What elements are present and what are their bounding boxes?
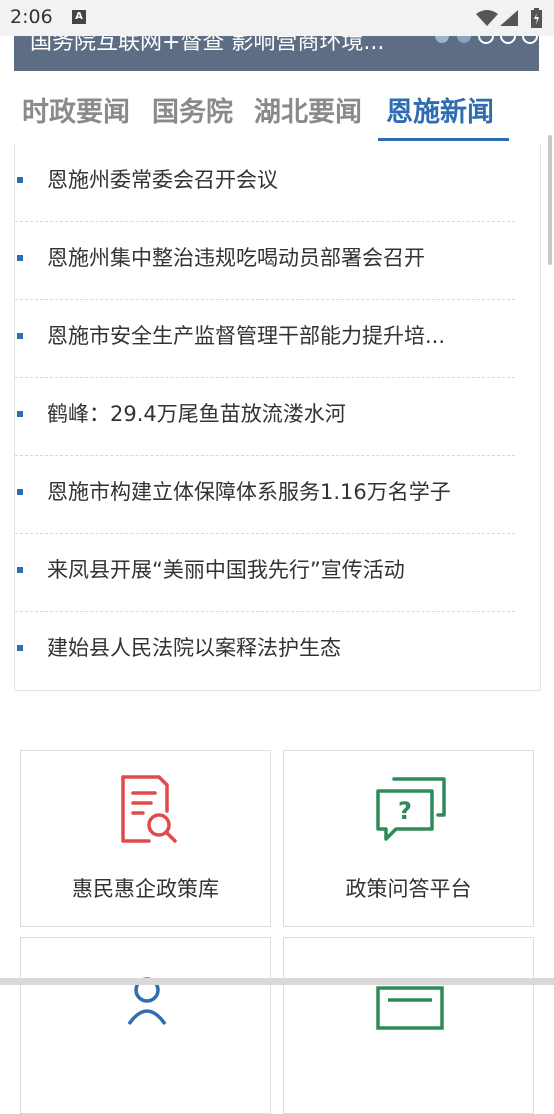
signal-icon: [500, 10, 518, 26]
news-category-tabs: 时政要闻 国务院 湖北要闻 恩施新闻: [0, 86, 554, 144]
bullet-icon: [17, 489, 23, 495]
news-title: 恩施市安全生产监督管理干部能力提升培...: [47, 324, 446, 348]
notification-icon: A: [72, 10, 86, 24]
tile-label: 政策问答平台: [345, 877, 472, 901]
policy-library-tile[interactable]: 惠民惠企政策库: [20, 750, 271, 927]
service-tile[interactable]: [20, 937, 271, 1114]
news-title: 恩施州委常委会召开会议: [47, 168, 278, 192]
svg-text:?: ?: [398, 797, 412, 825]
status-bar: 2:06 A: [0, 0, 554, 36]
tile-label: 惠民惠企政策库: [72, 877, 219, 901]
news-item[interactable]: 恩施州委常委会召开会议: [15, 144, 515, 222]
news-item[interactable]: 鹤峰：29.4万尾鱼苗放流溇水河: [15, 378, 515, 456]
battery-icon: [531, 8, 542, 28]
page-scrollbar[interactable]: [548, 135, 552, 265]
active-tab-indicator: [378, 138, 509, 141]
person-icon: [127, 977, 167, 1026]
tab-guowuyuan[interactable]: 国务院: [152, 90, 233, 129]
news-title: 来凤县开展“美丽中国我先行”宣传活动: [47, 558, 405, 582]
news-item[interactable]: 恩施市安全生产监督管理干部能力提升培...: [15, 300, 515, 378]
news-banner[interactable]: 国务院互联网+督查 影响营商环境...: [14, 36, 539, 71]
news-item[interactable]: 恩施州集中整治违规吃喝动员部署会召开: [15, 222, 515, 300]
document-icon: [376, 986, 444, 1030]
news-title: 恩施州集中整治违规吃喝动员部署会召开: [47, 246, 425, 270]
wifi-icon: [476, 10, 498, 26]
qa-chat-icon: ?: [376, 777, 446, 841]
news-item[interactable]: 恩施市构建立体保障体系服务1.16万名学子: [15, 456, 515, 534]
status-time: 2:06: [10, 6, 53, 28]
bullet-icon: [17, 411, 23, 417]
bullet-icon: [17, 255, 23, 261]
news-item[interactable]: 来凤县开展“美丽中国我先行”宣传活动: [15, 534, 515, 612]
news-list: 恩施州委常委会召开会议 恩施州集中整治违规吃喝动员部署会召开 恩施市安全生产监督…: [14, 144, 541, 691]
policy-search-icon: [121, 775, 177, 843]
tab-enshi[interactable]: 恩施新闻: [386, 90, 494, 129]
policy-qa-tile[interactable]: ? 政策问答平台: [283, 750, 534, 927]
news-title: 鹤峰：29.4万尾鱼苗放流溇水河: [47, 402, 346, 426]
banner-pagination-dots: [435, 36, 538, 44]
bullet-icon: [17, 567, 23, 573]
tab-shizheng[interactable]: 时政要闻: [22, 90, 130, 129]
news-title: 建始县人民法院以案释法护生态: [47, 636, 341, 660]
bullet-icon: [17, 333, 23, 339]
news-item[interactable]: 建始县人民法院以案释法护生态: [15, 612, 515, 690]
service-tile[interactable]: [283, 937, 534, 1114]
bullet-icon: [17, 645, 23, 651]
bullet-icon: [17, 177, 23, 183]
news-title: 恩施市构建立体保障体系服务1.16万名学子: [47, 480, 451, 504]
banner-caption: 国务院互联网+督查 影响营商环境...: [30, 36, 385, 55]
bottom-shadow: [0, 978, 554, 985]
tab-hubei[interactable]: 湖北要闻: [254, 90, 362, 129]
